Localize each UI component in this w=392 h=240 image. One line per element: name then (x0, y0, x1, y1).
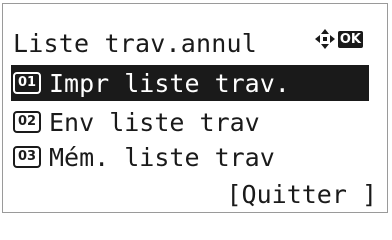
four-way-arrows-icon (314, 29, 335, 49)
quit-label: [Quitter ] (226, 179, 377, 209)
menu-item-print-job-list[interactable]: 01 Impr liste trav. (11, 65, 369, 101)
title-bar: Liste trav.annul OK (13, 25, 373, 61)
ok-key-badge: OK (337, 30, 363, 48)
menu-item-label: Impr liste trav. (49, 68, 290, 98)
menu-item-send-job-list[interactable]: 02 Env liste trav (11, 104, 369, 140)
nav-hint: OK (314, 28, 363, 50)
menu-item-label: Mém. liste trav (49, 142, 275, 172)
menu-item-label: Env liste trav (49, 107, 260, 137)
menu-item-number: 01 (13, 72, 41, 94)
menu-item-save-job-list[interactable]: 03 Mém. liste trav (11, 139, 369, 175)
quit-option[interactable]: [Quitter ] (3, 176, 377, 212)
screen-title: Liste trav.annul (13, 28, 258, 58)
menu-item-number: 02 (13, 111, 41, 133)
lcd-panel: Liste trav.annul OK 01 Impr liste trav. … (2, 3, 388, 213)
menu-item-number: 03 (13, 146, 41, 168)
